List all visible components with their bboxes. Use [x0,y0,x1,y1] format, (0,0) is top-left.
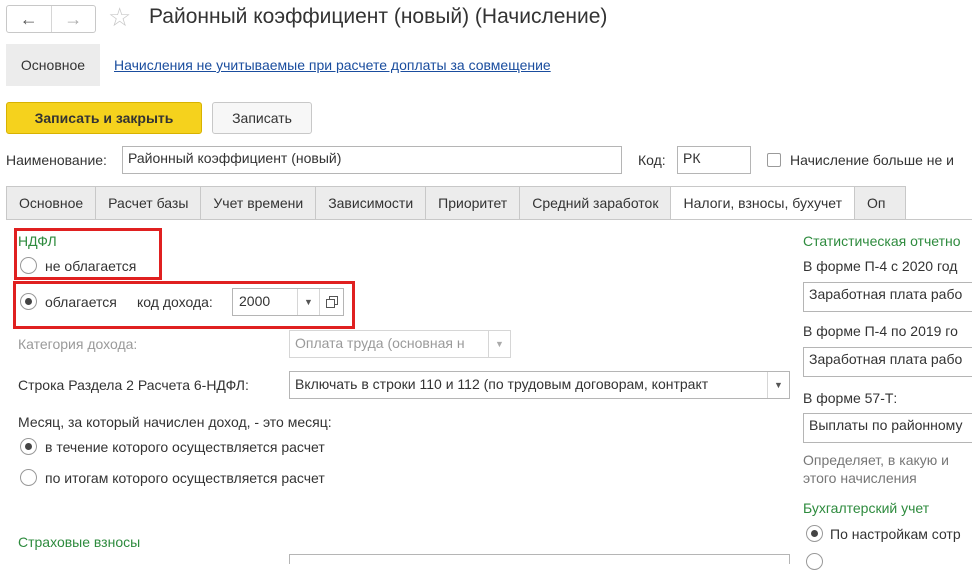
tab-main[interactable]: Основное [6,186,96,220]
forward-arrow-icon[interactable]: → [50,6,96,32]
tab-dependencies[interactable]: Зависимости [315,186,426,220]
dropdown-arrow-icon[interactable]: ▼ [767,372,789,398]
insurance-select[interactable] [289,554,790,564]
p4-2020-select[interactable]: Заработная плата рабо [803,282,972,312]
tab-base-calc[interactable]: Расчет базы [95,186,201,220]
section-main[interactable]: Основное [6,44,100,86]
month-option2-label: по итогам которого осуществляется расчет [45,470,325,486]
section2-value: Включать в строки 110 и 112 (по трудовым… [295,376,709,392]
taxed-label: облагается [45,294,117,310]
stats-title: Статистическая отчетно [803,233,961,249]
name-label: Наименование: [6,152,107,168]
section2-select[interactable]: Включать в строки 110 и 112 (по трудовым… [289,371,790,399]
section-link-excluded-accruals[interactable]: Начисления не учитываемые при расчете до… [114,57,551,73]
tab-divider [6,219,972,220]
back-arrow-icon[interactable]: ← [7,6,51,32]
not-used-checkbox[interactable] [767,153,781,167]
p4-2020-label: В форме П-4 с 2020 год [803,258,958,274]
insurance-title: Страховые взносы [18,534,141,550]
stats-note-line2: этого начисления [803,470,917,486]
month-option1-label: в течение которого осуществляется расчет [45,439,325,455]
dropdown-arrow-icon[interactable]: ▼ [297,289,319,315]
income-code-value: 2000 [239,293,271,309]
code-input[interactable]: РК [677,146,751,174]
accounting-option2-radio[interactable] [806,553,823,570]
month-question-label: Месяц, за который начислен доход, - это … [18,414,332,430]
tab-taxes[interactable]: Налоги, взносы, бухучет [670,186,854,220]
open-in-window-icon[interactable] [319,289,343,315]
p4-2019-label: В форме П-4 по 2019 го [803,323,958,339]
ndfl-title: НДФЛ [18,233,57,249]
f57t-select[interactable]: Выплаты по районному [803,413,972,443]
tab-bar: Основное Расчет базы Учет времени Зависи… [6,186,907,220]
tab-more[interactable]: Оп [853,186,907,220]
income-category-value: Оплата труда (основная н [295,335,465,351]
month-option2-radio[interactable] [20,469,37,486]
save-button[interactable]: Записать [212,102,312,134]
income-category-select: Оплата труда (основная н ▼ [289,330,511,358]
month-option1-radio[interactable] [20,438,37,455]
income-code-label: код дохода: [137,294,213,310]
favorite-star-icon[interactable]: ☆ [108,4,131,30]
history-nav: ← → [6,5,96,33]
tab-time-accounting[interactable]: Учет времени [200,186,316,220]
not-used-label: Начисление больше не и [790,152,954,168]
tab-priority[interactable]: Приоритет [425,186,520,220]
window-title: Районный коэффициент (новый) (Начисление… [149,5,608,28]
p4-2019-select[interactable]: Заработная плата рабо [803,347,972,377]
stats-note-line1: Определяет, в какую и [803,452,949,468]
name-input[interactable]: Районный коэффициент (новый) [122,146,622,174]
not-taxed-label: не облагается [45,258,137,274]
section2-label: Строка Раздела 2 Расчета 6-НДФЛ: [18,377,249,393]
tab-average-earnings[interactable]: Средний заработок [519,186,671,220]
dropdown-arrow-icon: ▼ [488,331,510,357]
taxed-radio[interactable] [20,293,37,310]
accounting-option1-label: По настройкам сотр [830,526,961,542]
save-and-close-button[interactable]: Записать и закрыть [6,102,202,134]
not-taxed-radio[interactable] [20,257,37,274]
income-code-select[interactable]: 2000 ▼ [232,288,344,316]
code-label: Код: [638,152,666,168]
f57t-label: В форме 57-Т: [803,390,898,406]
accounting-option1-radio[interactable] [806,525,823,542]
income-category-label: Категория дохода: [18,336,138,352]
accounting-title: Бухгалтерский учет [803,500,930,516]
